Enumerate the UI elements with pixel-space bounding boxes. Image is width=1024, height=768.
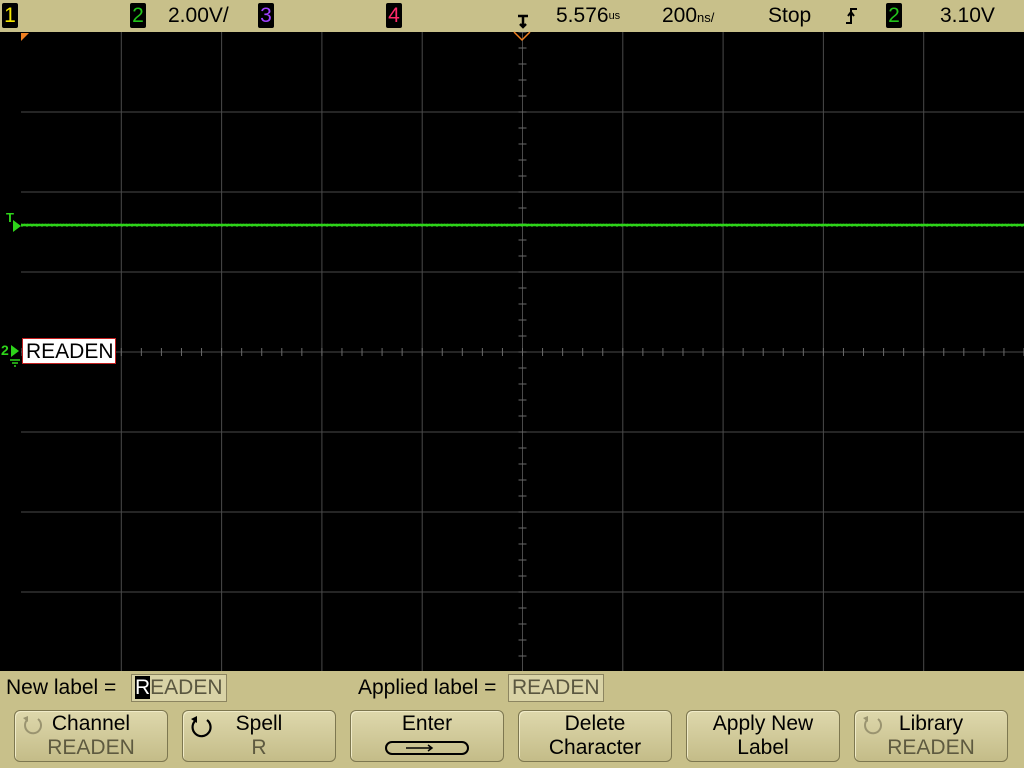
channel-2-scale: 2.00V/ (168, 4, 229, 27)
channel-softkey[interactable]: Channel READEN (14, 710, 168, 762)
delay-number: 5.576 (556, 4, 609, 27)
status-bar: 1 2 2.00V/ 3 4 5.576us 200ns/ Stop 2 3.1… (0, 0, 1024, 32)
delete-character-softkey[interactable]: Delete Character (518, 710, 672, 762)
waveform-display[interactable] (21, 32, 1024, 672)
new-label-cursor: R (135, 676, 151, 699)
channel-1-indicator[interactable]: 1 (2, 3, 18, 28)
timebase-unit: ns/ (697, 10, 715, 25)
channel-3-indicator[interactable]: 3 (258, 3, 274, 28)
apply-new-label-softkey[interactable]: Apply New Label (686, 710, 840, 762)
rotate-knob-icon (863, 716, 883, 735)
delay-value: 5.576us (556, 2, 620, 30)
rising-edge-icon (846, 8, 857, 24)
apply-softkey-subtitle: Label (737, 736, 789, 759)
trigger-level-marker[interactable] (12, 219, 22, 233)
delay-unit: us (608, 10, 621, 22)
trigger-delay-icon (518, 14, 528, 29)
run-state: Stop (768, 4, 812, 27)
library-softkey-value: READEN (887, 736, 975, 759)
ground-icon[interactable] (9, 343, 21, 369)
applied-label-caption: Applied label = (358, 676, 497, 699)
delete-softkey-title: Delete (564, 712, 626, 735)
enter-softkey-title: Enter (401, 712, 453, 735)
trigger-level: 3.10V (940, 4, 995, 27)
ch2-ground-marker-label: 2 (1, 342, 9, 358)
spell-softkey[interactable]: Spell R (182, 710, 336, 762)
spell-softkey-value: R (251, 736, 267, 759)
new-label-field[interactable]: READEN (131, 674, 227, 702)
channel-2-indicator[interactable]: 2 (130, 3, 146, 28)
new-label-rest: EADEN (150, 676, 223, 699)
library-softkey[interactable]: Library READEN (854, 710, 1008, 762)
enter-arrow-icon (385, 741, 469, 755)
timebase-number: 200 (662, 4, 698, 27)
enter-softkey[interactable]: Enter (350, 710, 504, 762)
trigger-position-marker (513, 31, 531, 42)
channel-4-indicator[interactable]: 4 (386, 3, 402, 28)
channel-softkey-value: READEN (47, 736, 135, 759)
graticule (21, 32, 1024, 672)
ch1-offscreen-marker (21, 33, 29, 41)
rotate-knob-icon (191, 716, 212, 738)
applied-label-value: READEN (508, 674, 604, 702)
new-label-caption: New label = (6, 676, 117, 699)
trigger-source-indicator[interactable]: 2 (886, 3, 902, 28)
timebase-value: 200ns/ (662, 2, 714, 32)
delete-softkey-subtitle: Character (548, 736, 642, 759)
apply-softkey-title: Apply New (712, 712, 814, 735)
rotate-knob-icon (23, 716, 43, 735)
channel-2-label: READEN (22, 338, 116, 364)
